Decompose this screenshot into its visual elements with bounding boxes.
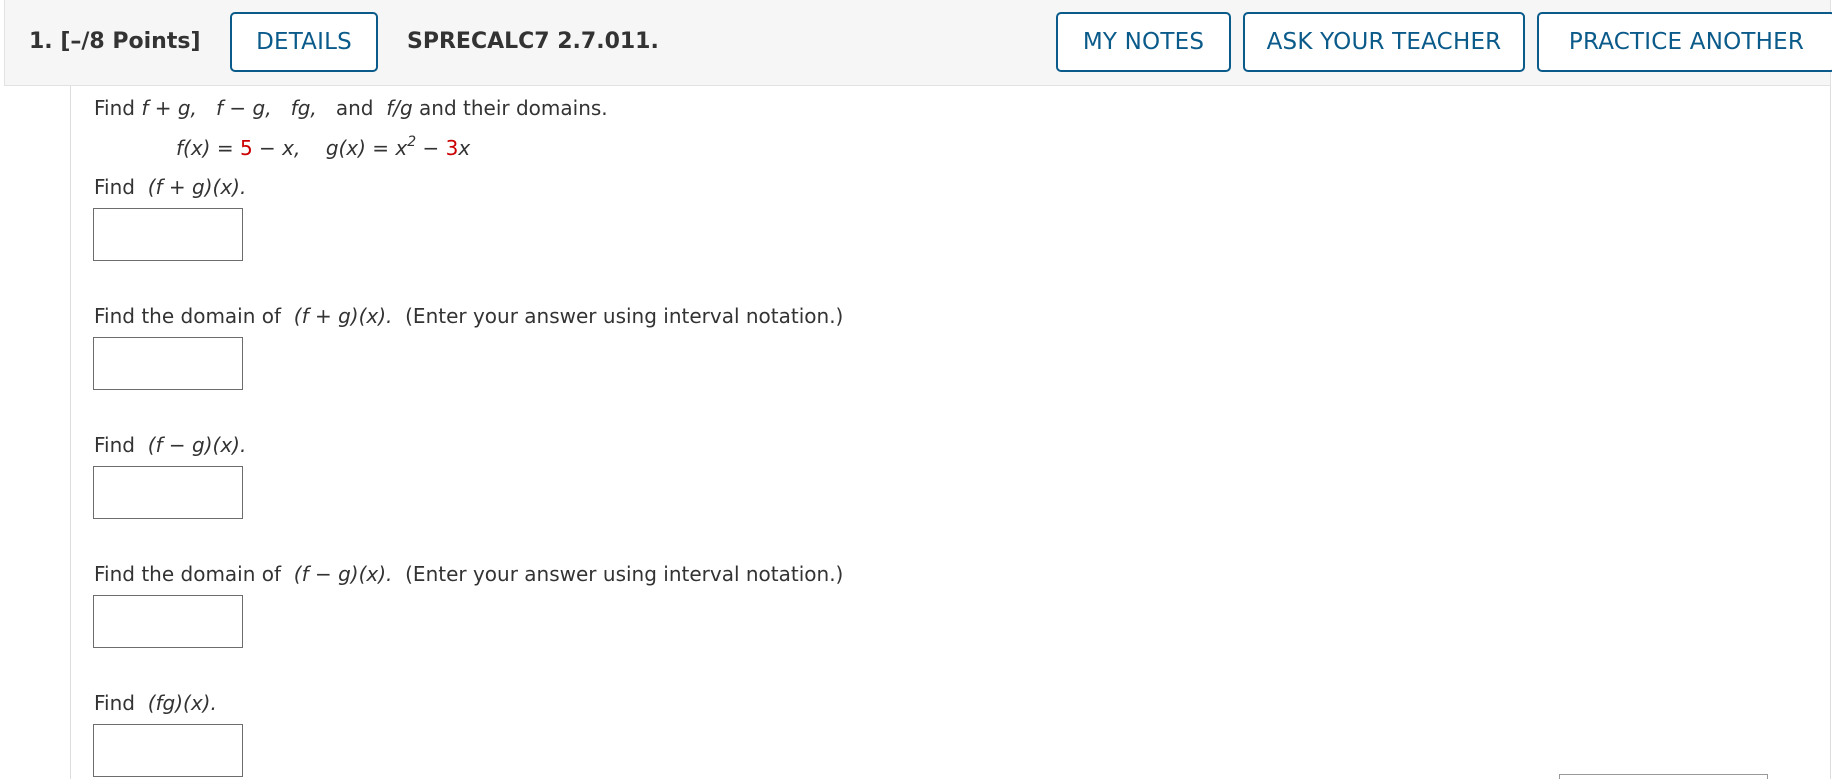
part-2-note: (Enter your answer using interval notati… <box>405 304 844 328</box>
op-product: fg, <box>290 96 317 120</box>
intro-suffix: and their domains. <box>412 96 608 120</box>
question-number: 1. <box>29 29 53 54</box>
g-minus: − <box>416 136 446 160</box>
part-1-prefix: Find <box>94 175 142 199</box>
function-definitions: f(x) = 5 − x, g(x) = x2 − 3x <box>176 134 471 160</box>
f-rest: − x, <box>252 136 301 160</box>
g-variable: x <box>458 136 471 160</box>
my-notes-button[interactable]: MY NOTES <box>1056 12 1231 72</box>
op-quotient: f/g <box>386 96 413 120</box>
part-1-prompt: Find (f + g)(x). <box>94 175 246 199</box>
practice-another-button[interactable]: PRACTICE ANOTHER <box>1537 12 1832 72</box>
part-3-prompt: Find (f − g)(x). <box>94 433 246 457</box>
part-4-expr: (f − g)(x). <box>293 562 393 586</box>
problem-intro: Find f + g, f − g, fg, and f/g and their… <box>94 96 608 120</box>
part-5-prompt: Find (fg)(x). <box>94 691 217 715</box>
question-body <box>70 86 1831 779</box>
g-exponent: 2 <box>407 134 417 150</box>
submit-area-partial[interactable] <box>1559 774 1768 779</box>
part-4-prefix: Find the domain of <box>94 562 288 586</box>
part-5-prefix: Find <box>94 691 142 715</box>
question-points: 1. [–/8 Points] <box>29 0 201 84</box>
answer-input-part-3[interactable] <box>93 466 243 519</box>
f-definition: f(x) = 5 − x, <box>176 136 300 160</box>
ask-teacher-button[interactable]: ASK YOUR TEACHER <box>1243 12 1525 72</box>
answer-input-part-5[interactable] <box>93 724 243 777</box>
part-2-prompt: Find the domain of (f + g)(x). (Enter yo… <box>94 304 843 328</box>
part-5-expr: (fg)(x). <box>147 691 217 715</box>
intro-prefix: Find <box>94 96 142 120</box>
part-1-expr: (f + g)(x). <box>147 175 247 199</box>
g-definition: g(x) = x2 − 3x <box>325 134 471 160</box>
question-header: 1. [–/8 Points] DETAILS SPRECALC7 2.7.01… <box>4 0 1832 86</box>
op-sum: f + g, <box>141 96 197 120</box>
part-3-expr: (f − g)(x). <box>147 433 247 457</box>
f-constant: 5 <box>239 136 253 160</box>
answer-input-part-4[interactable] <box>93 595 243 648</box>
part-4-prompt: Find the domain of (f − g)(x). (Enter yo… <box>94 562 843 586</box>
answer-input-part-2[interactable] <box>93 337 243 390</box>
g-lhs: g(x) = x <box>325 136 408 160</box>
op-difference: f − g, <box>216 96 272 120</box>
intro-and: and <box>335 96 374 120</box>
part-4-note: (Enter your answer using interval notati… <box>405 562 844 586</box>
answer-input-part-1[interactable] <box>93 208 243 261</box>
details-button[interactable]: DETAILS <box>230 12 378 72</box>
g-coefficient: 3 <box>445 136 459 160</box>
problem-code: SPRECALC7 2.7.011. <box>407 29 659 54</box>
part-2-expr: (f + g)(x). <box>293 304 393 328</box>
part-2-prefix: Find the domain of <box>94 304 288 328</box>
part-3-prefix: Find <box>94 433 142 457</box>
f-lhs: f(x) = <box>176 136 240 160</box>
points-label: [–/8 Points] <box>60 29 201 54</box>
